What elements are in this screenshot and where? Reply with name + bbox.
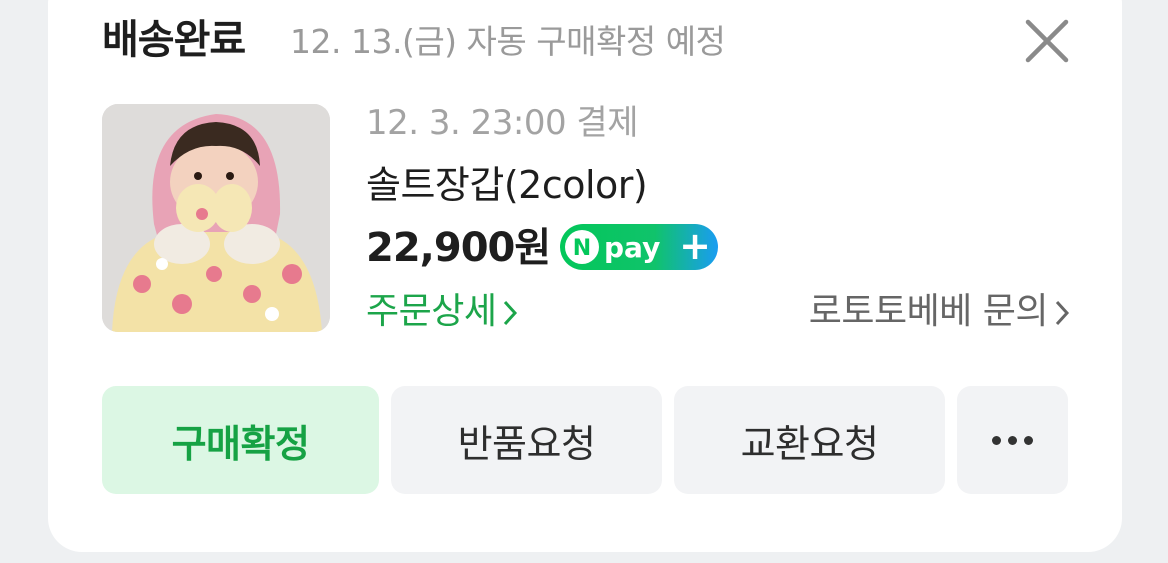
product-thumbnail[interactable]	[102, 104, 330, 332]
chevron-right-icon	[1055, 300, 1070, 326]
delivery-status: 배송완료	[102, 17, 246, 63]
more-horizontal-icon	[992, 435, 1033, 445]
exchange-request-button[interactable]: 교환요청	[674, 386, 945, 494]
npay-text: pay	[604, 231, 660, 264]
close-icon	[1025, 19, 1069, 63]
product-image	[102, 104, 330, 332]
npay-n-letter: N	[573, 236, 591, 261]
return-request-button[interactable]: 반품요청	[391, 386, 662, 494]
order-detail-label: 주문상세	[366, 291, 497, 332]
payment-datetime: 12. 3. 23:00 결제	[366, 103, 638, 143]
confirm-purchase-button[interactable]: 구매확정	[102, 386, 379, 494]
close-button[interactable]	[1022, 16, 1072, 66]
npay-plus-badge: N pay +	[560, 224, 718, 270]
product-price: 22,900원	[366, 225, 551, 271]
order-detail-link[interactable]: 주문상세	[366, 288, 518, 336]
auto-confirm-date: 12. 13.(금) 자동 구매확정 예정	[290, 22, 726, 61]
seller-inquiry-label: 로토토베베 문의	[808, 291, 1049, 332]
product-name[interactable]: 솔트장갑(2color)	[366, 160, 648, 210]
more-options-button[interactable]	[957, 386, 1068, 494]
chevron-right-icon	[504, 300, 518, 326]
npay-plus-sign: +	[679, 224, 711, 268]
seller-inquiry-link[interactable]: 로토토베베 문의	[809, 288, 1070, 336]
